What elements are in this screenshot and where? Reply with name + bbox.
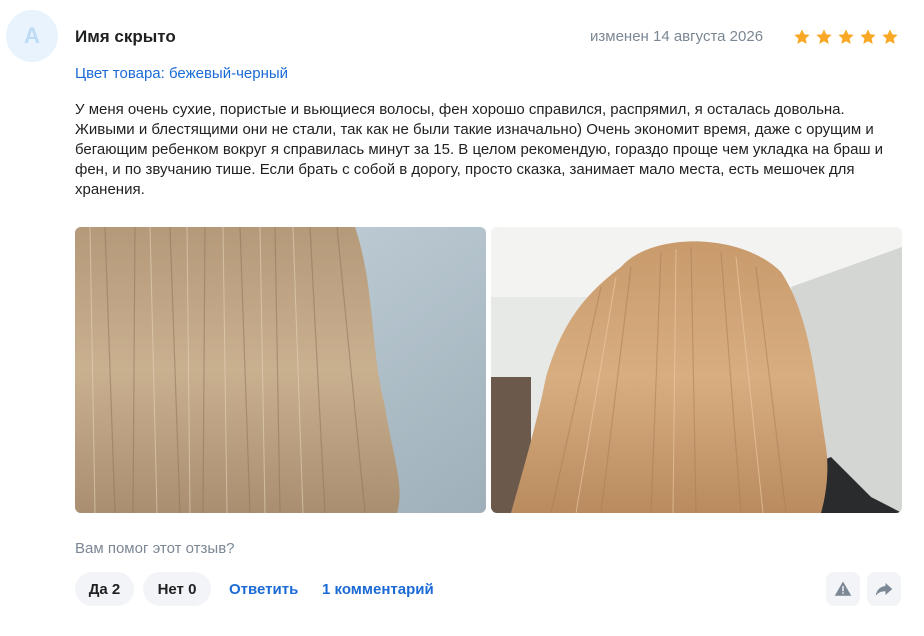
star-icon bbox=[816, 29, 832, 44]
star-icon bbox=[860, 29, 876, 44]
avatar: А bbox=[6, 10, 58, 62]
helpful-no-button[interactable]: Нет 0 bbox=[143, 572, 211, 606]
star-icon bbox=[794, 29, 810, 44]
product-color[interactable]: Цвет товара: бежевый-черный bbox=[75, 65, 288, 82]
share-arrow-icon bbox=[875, 583, 893, 596]
star-icon bbox=[882, 29, 898, 44]
author-name: Имя скрыто bbox=[75, 27, 176, 46]
star-icon bbox=[838, 29, 854, 44]
review-photo-2[interactable] bbox=[491, 227, 902, 513]
share-button[interactable] bbox=[867, 572, 901, 606]
comments-link[interactable]: 1 комментарий bbox=[322, 581, 434, 598]
helpful-yes-button[interactable]: Да 2 bbox=[75, 572, 134, 606]
warning-icon bbox=[834, 581, 852, 596]
rating-stars bbox=[793, 28, 899, 46]
review-text: У меня очень сухие, пористые и вьющиеся … bbox=[75, 101, 884, 198]
reply-link[interactable]: Ответить bbox=[229, 581, 298, 598]
review-date: изменен 14 августа 2026 bbox=[590, 28, 764, 45]
helpful-question: Вам помог этот отзыв? bbox=[75, 540, 235, 557]
report-button[interactable] bbox=[826, 572, 860, 606]
review-photo-1[interactable] bbox=[75, 227, 486, 513]
